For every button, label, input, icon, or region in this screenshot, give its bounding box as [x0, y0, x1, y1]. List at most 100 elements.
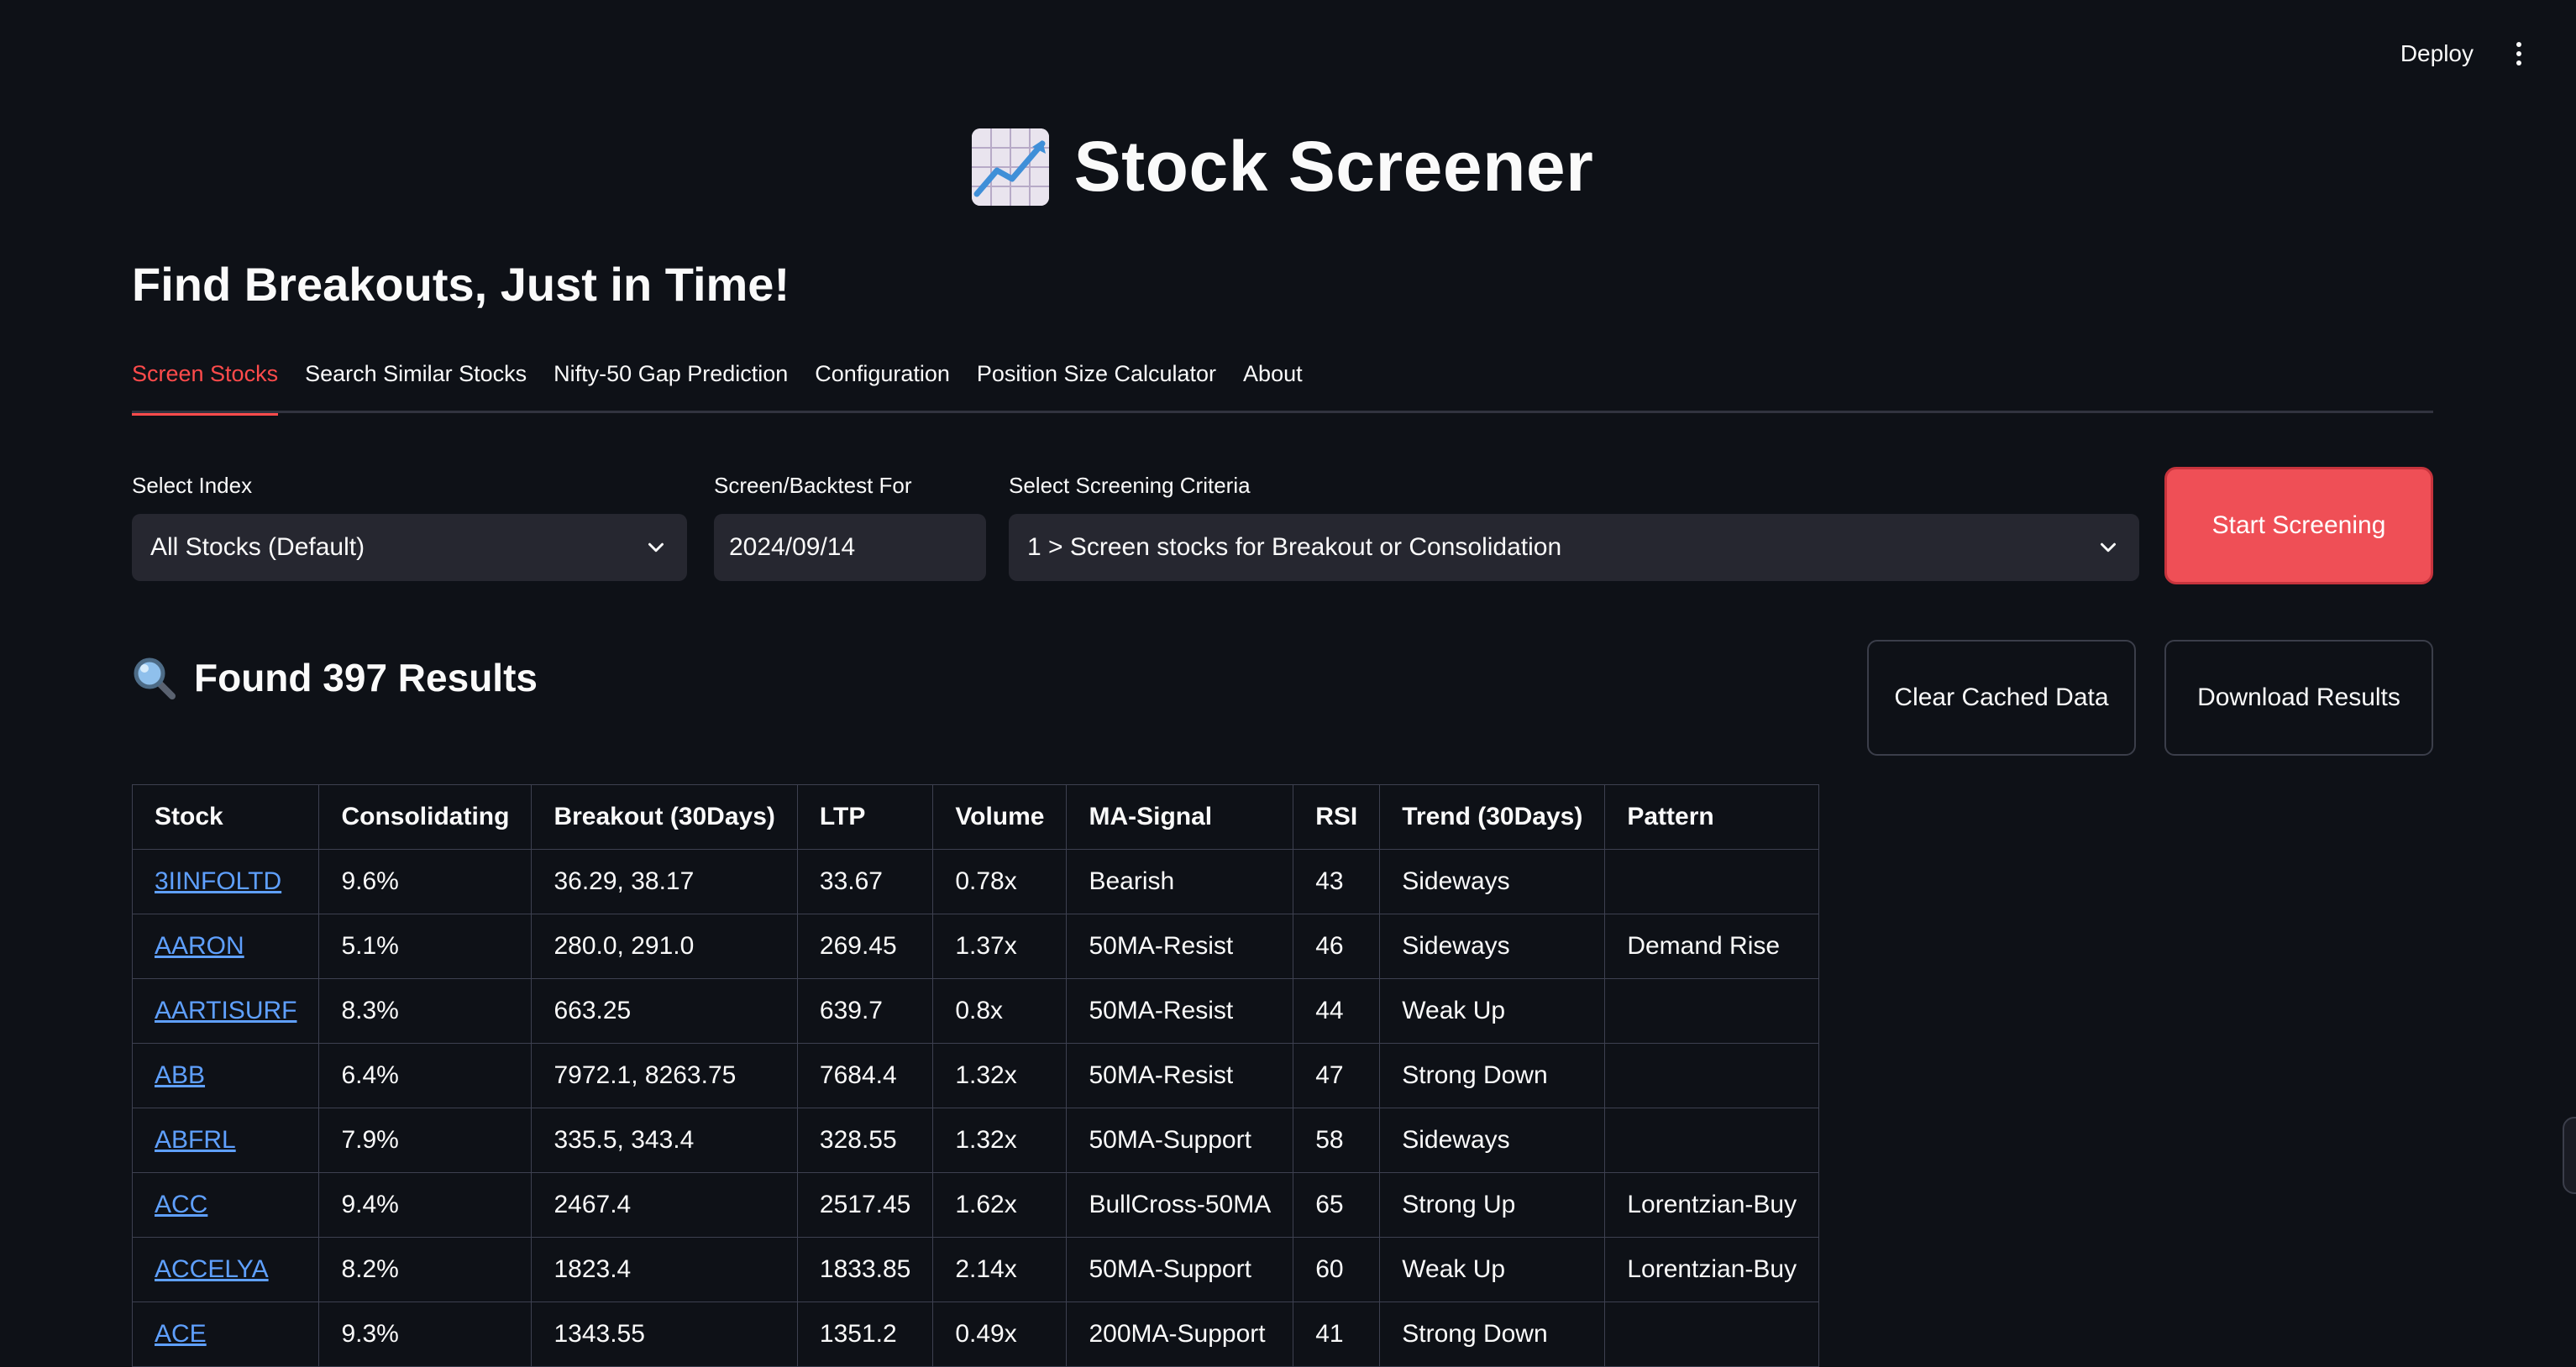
select-index-value: All Stocks (Default): [150, 533, 365, 561]
column-header-trend[interactable]: Trend (30Days): [1379, 784, 1606, 850]
table-row: ACC 9.4% 2467.4 2517.45 1.62x BullCross-50MA 6…: [131, 1172, 1820, 1238]
chevron-down-icon: [2101, 542, 2116, 553]
cell-stock: ACE: [131, 1302, 320, 1367]
tab-bar: Screen Stocks Search Similar Stocks Nift…: [132, 356, 2433, 416]
cell-consolidating: 6.4%: [318, 1043, 533, 1108]
column-header-stock[interactable]: Stock: [131, 784, 320, 850]
cell-pattern: Demand Rise: [1604, 914, 1820, 979]
cell-ltp: 639.7: [796, 978, 934, 1044]
cell-trend: Sideways: [1379, 914, 1606, 979]
cell-pattern: [1604, 1302, 1820, 1367]
table-row: ABFRL 7.9% 335.5, 343.4 328.55 1.32x 50MA-Sup…: [131, 1108, 1820, 1173]
cell-rsi: 43: [1293, 849, 1381, 914]
cell-stock: ABFRL: [131, 1108, 320, 1173]
cell-consolidating: 7.9%: [318, 1108, 533, 1173]
screening-criteria-label: Select Screening Criteria: [1009, 473, 1251, 498]
table-body: 3IINFOLTD 9.6% 36.29, 38.17 33.67 0.78x Beari…: [131, 849, 1820, 1367]
column-header-volume[interactable]: Volume: [932, 784, 1068, 850]
column-header-consolidating[interactable]: Consolidating: [318, 784, 533, 850]
stock-link[interactable]: ABB: [155, 1061, 205, 1089]
cell-stock: ACC: [131, 1172, 320, 1238]
screening-criteria-value: 1 > Screen stocks for Breakout or Consol…: [1027, 533, 1562, 561]
app-toolbar: Deploy: [2385, 0, 2576, 107]
cell-breakout: 1823.4: [531, 1237, 798, 1302]
stock-link[interactable]: ACCELYA: [155, 1255, 269, 1283]
stock-link[interactable]: AARTISURF: [155, 997, 296, 1024]
cell-rsi: 65: [1293, 1172, 1381, 1238]
cell-breakout: 2467.4: [531, 1172, 798, 1238]
column-header-ltp[interactable]: LTP: [796, 784, 934, 850]
stock-link[interactable]: ACC: [155, 1191, 207, 1218]
download-results-button[interactable]: Download Results: [2164, 640, 2433, 756]
cell-volume: 0.49x: [932, 1302, 1068, 1367]
cell-rsi: 46: [1293, 914, 1381, 979]
chevron-down-icon: [648, 542, 664, 553]
cell-breakout: 36.29, 38.17: [531, 849, 798, 914]
page-title: Stock Screener: [1073, 127, 1594, 206]
table-row: ACE 9.3% 1343.55 1351.2 0.49x 200MA-Support 41…: [131, 1302, 1820, 1367]
cell-rsi: 44: [1293, 978, 1381, 1044]
more-options-icon[interactable]: [2509, 37, 2529, 71]
table-row: 3IINFOLTD 9.6% 36.29, 38.17 33.67 0.78x Beari…: [131, 849, 1820, 914]
cell-trend: Strong Down: [1379, 1302, 1606, 1367]
cell-volume: 0.8x: [932, 978, 1068, 1044]
cell-pattern: Lorentzian-Buy: [1604, 1237, 1820, 1302]
cell-volume: 2.14x: [932, 1237, 1068, 1302]
cell-trend: Sideways: [1379, 1108, 1606, 1173]
cell-volume: 1.62x: [932, 1172, 1068, 1238]
table-row: ACCELYA 8.2% 1823.4 1833.85 2.14x 50MA-Suppor…: [131, 1237, 1820, 1302]
cell-ma-signal: 50MA-Resist: [1066, 1043, 1294, 1108]
stock-link[interactable]: ACE: [155, 1320, 207, 1348]
cell-rsi: 60: [1293, 1237, 1381, 1302]
table-row: AARON 5.1% 280.0, 291.0 269.45 1.37x 50MA-Res…: [131, 914, 1820, 979]
column-header-rsi[interactable]: RSI: [1293, 784, 1381, 850]
results-count-text: Found 397 Results: [194, 656, 538, 699]
cell-ma-signal: 50MA-Resist: [1066, 978, 1294, 1044]
column-header-pattern[interactable]: Pattern: [1604, 784, 1820, 850]
cell-pattern: Lorentzian-Buy: [1604, 1172, 1820, 1238]
stock-link[interactable]: ABFRL: [155, 1126, 236, 1154]
cell-trend: Strong Up: [1379, 1172, 1606, 1238]
select-index-dropdown[interactable]: All Stocks (Default): [132, 514, 687, 581]
clear-cached-data-button[interactable]: Clear Cached Data: [1867, 640, 2136, 756]
deploy-button[interactable]: Deploy: [2385, 32, 2489, 76]
cell-consolidating: 8.3%: [318, 978, 533, 1044]
screening-criteria-dropdown[interactable]: 1 > Screen stocks for Breakout or Consol…: [1009, 514, 2139, 581]
tab-about[interactable]: About: [1243, 356, 1303, 413]
cell-ma-signal: 50MA-Support: [1066, 1108, 1294, 1173]
screen-date-input[interactable]: [714, 514, 986, 581]
cell-ma-signal: 50MA-Support: [1066, 1237, 1294, 1302]
cell-pattern: [1604, 849, 1820, 914]
cell-consolidating: 5.1%: [318, 914, 533, 979]
cell-volume: 1.32x: [932, 1108, 1068, 1173]
tab-screen-stocks[interactable]: Screen Stocks: [132, 356, 279, 416]
tab-position-size-calculator[interactable]: Position Size Calculator: [977, 356, 1216, 413]
tab-configuration[interactable]: Configuration: [815, 356, 950, 413]
column-header-ma-signal[interactable]: MA-Signal: [1066, 784, 1294, 850]
cell-ltp: 7684.4: [796, 1043, 934, 1108]
cell-breakout: 335.5, 343.4: [531, 1108, 798, 1173]
start-screening-button[interactable]: Start Screening: [2164, 467, 2433, 584]
cell-breakout: 663.25: [531, 978, 798, 1044]
results-heading: Found 397 Results: [132, 655, 538, 700]
cell-volume: 0.78x: [932, 849, 1068, 914]
tab-nifty-50-gap-prediction[interactable]: Nifty-50 Gap Prediction: [553, 356, 788, 413]
cell-ltp: 1351.2: [796, 1302, 934, 1367]
cell-ma-signal: 50MA-Resist: [1066, 914, 1294, 979]
cell-ma-signal: BullCross-50MA: [1066, 1172, 1294, 1238]
stock-link[interactable]: 3IINFOLTD: [155, 867, 281, 895]
column-header-breakout[interactable]: Breakout (30Days): [531, 784, 798, 850]
cell-ma-signal: Bearish: [1066, 849, 1294, 914]
sidebar-toggle-handle[interactable]: [2563, 1117, 2576, 1194]
cell-volume: 1.32x: [932, 1043, 1068, 1108]
cell-ltp: 269.45: [796, 914, 934, 979]
stock-link[interactable]: AARON: [155, 932, 244, 960]
tab-search-similar-stocks[interactable]: Search Similar Stocks: [305, 356, 527, 413]
cell-trend: Sideways: [1379, 849, 1606, 914]
screen-date-label: Screen/Backtest For: [714, 473, 912, 498]
page-header: Stock Screener: [132, 126, 2433, 207]
cell-consolidating: 9.3%: [318, 1302, 533, 1367]
cell-ltp: 33.67: [796, 849, 934, 914]
results-table: Stock Consolidating Breakout (30Days) LT…: [131, 784, 1820, 1367]
cell-ltp: 328.55: [796, 1108, 934, 1173]
